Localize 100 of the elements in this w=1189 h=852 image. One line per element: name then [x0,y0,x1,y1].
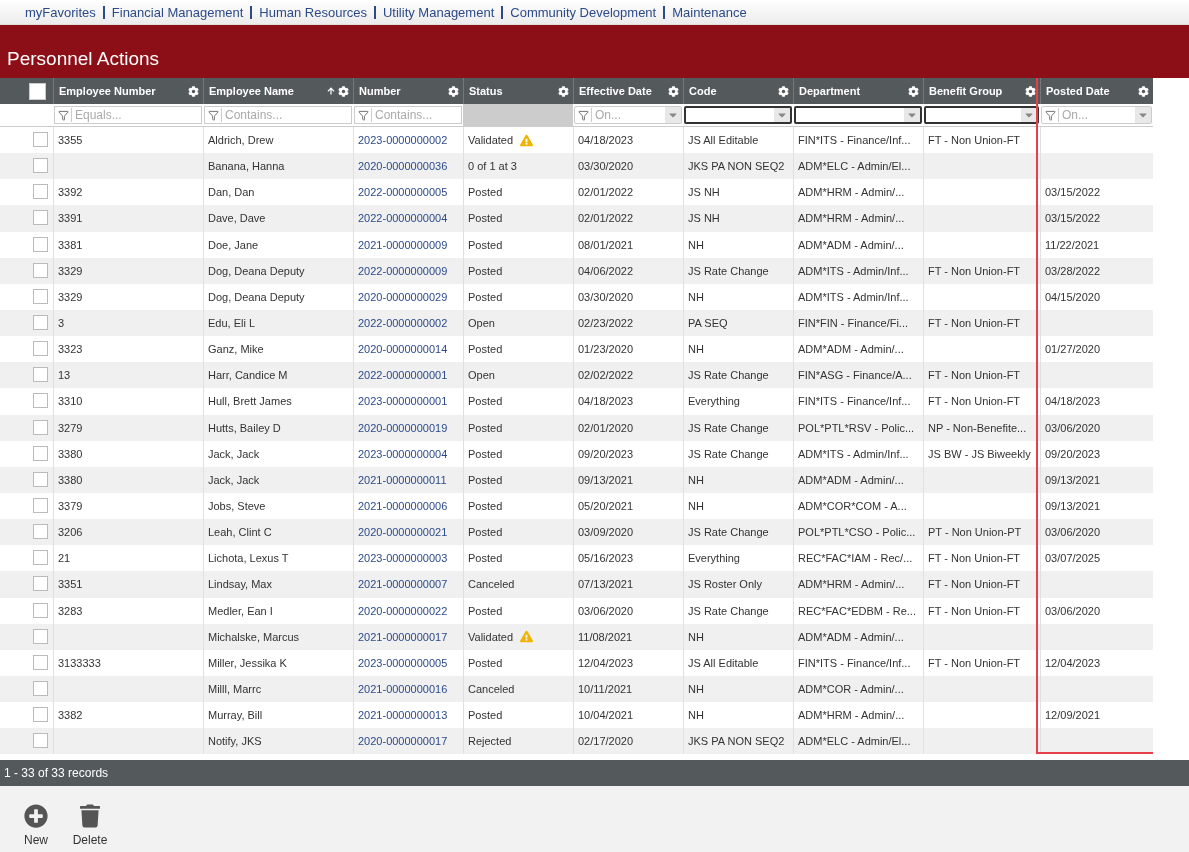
nav-link[interactable]: myFavorites [18,5,103,19]
action-number-link[interactable]: 2023-0000000001 [358,395,448,408]
row-checkbox[interactable] [33,132,48,147]
row-checkbox[interactable] [33,236,48,252]
table-cell: 03/15/2022 [1045,212,1101,225]
settings-icon[interactable] [1025,85,1036,97]
action-number-link[interactable]: 2020-0000000022 [358,604,448,617]
action-number-link[interactable]: 2020-0000000036 [358,160,448,173]
action-number-link[interactable]: 2023-0000000002 [358,134,448,147]
select-all-checkbox[interactable] [29,82,46,100]
row-checkbox[interactable] [33,628,48,644]
table-cell: PA SEQ [688,317,728,330]
filter-icon [358,109,369,121]
row-checkbox[interactable] [33,733,48,749]
row-checkbox[interactable] [33,576,48,592]
row-checkbox[interactable] [33,315,48,330]
action-number-link[interactable]: 2022-0000000005 [358,186,448,199]
column-header[interactable]: Posted Date [1040,78,1153,104]
row-checkbox[interactable] [33,471,48,487]
action-number-link[interactable]: 2022-0000000009 [358,264,448,277]
row-checkbox[interactable] [33,419,48,435]
table-cell: FT - Non Union-FT [928,317,1021,330]
column-header[interactable]: Code [683,78,793,104]
table-cell: 03/06/2020 [578,604,634,617]
nav-link[interactable]: Human Resources [250,5,374,19]
settings-icon[interactable] [188,85,199,97]
action-number-link[interactable]: 2020-0000000017 [358,735,448,748]
row-checkbox[interactable] [33,393,48,409]
action-number-link[interactable]: 2020-0000000019 [358,421,448,434]
nav-link[interactable]: Community Development [501,5,664,19]
filter-icon [1045,109,1056,121]
action-number-link[interactable]: 2020-0000000029 [358,290,448,303]
action-number-link[interactable]: 2021-0000000011 [358,473,447,486]
column-header[interactable]: Department [793,78,923,104]
row-checkbox[interactable] [33,184,48,200]
row-checkbox[interactable] [33,497,48,513]
action-number-link[interactable]: 2023-0000000003 [358,552,448,565]
table-cell: JS All Editable [688,656,759,669]
table-cell: Edu, Eli L [208,317,256,330]
row-checkbox[interactable] [33,158,48,174]
column-header[interactable]: Effective Date [573,78,683,104]
row-checkbox[interactable] [33,707,48,723]
sort-ascending-icon[interactable] [327,87,335,95]
action-number-link[interactable]: 2021-0000000013 [358,709,448,722]
action-number-link[interactable]: 2022-0000000002 [358,317,448,330]
row-checkbox[interactable] [33,550,48,566]
action-number-link[interactable]: 2020-0000000021 [358,526,448,539]
filter-icon [208,109,219,121]
table-cell: Posted [468,447,503,460]
row-checkbox[interactable] [33,654,48,670]
action-number-link[interactable]: 2022-0000000001 [358,369,448,382]
table-cell: NH [688,500,704,513]
row-checkbox[interactable] [33,602,48,618]
row-checkbox[interactable] [33,341,48,357]
column-header[interactable]: Benefit Group [923,78,1040,104]
row-checkbox[interactable] [33,680,48,696]
nav-link[interactable]: Maintenance [663,5,754,19]
action-number-link[interactable]: 2020-0000000014 [358,343,448,356]
filter-dropdown[interactable] [924,106,1039,124]
settings-icon[interactable] [778,85,789,97]
nav-link[interactable]: Utility Management [374,5,502,19]
settings-icon[interactable] [1138,85,1149,97]
row-checkbox[interactable] [33,262,48,278]
action-number-link[interactable]: 2022-0000000004 [358,212,448,225]
action-number-link[interactable]: 2021-0000000016 [358,683,448,695]
action-number-link[interactable]: 2021-0000000017 [358,630,448,643]
column-header[interactable]: Employee Number [53,78,203,104]
action-number-link[interactable]: 2021-0000000007 [358,578,448,591]
new-button[interactable]: New [18,804,54,852]
action-number-link[interactable]: 2023-0000000005 [358,656,448,669]
row-checkbox[interactable] [33,210,48,226]
action-number-link[interactable]: 2021-0000000009 [358,238,448,251]
column-header[interactable]: Number [353,78,463,104]
row-checkbox[interactable] [33,445,48,461]
settings-icon[interactable] [448,85,459,97]
action-number-link[interactable]: 2023-0000000004 [358,447,448,460]
row-checkbox[interactable] [33,524,48,540]
filter-dropdown[interactable] [684,106,792,124]
delete-button[interactable]: Delete [72,804,108,852]
settings-icon[interactable] [668,85,679,97]
nav-link[interactable]: Financial Management [102,5,251,19]
table-cell: 03/28/2022 [1045,264,1101,277]
table-cell: ADM*ADM - Admin/... [798,343,904,356]
filter-dropdown[interactable] [794,106,922,124]
table-cell: JS Rate Change [688,604,769,617]
row-checkbox[interactable] [33,288,48,304]
filter-icon [578,109,589,121]
table-cell: POL*PTL*RSV - Polic... [798,421,915,434]
table-cell: NH [688,683,704,695]
row-checkbox[interactable] [33,367,48,383]
settings-icon[interactable] [908,85,919,97]
table-cell: Jack, Jack [208,473,260,486]
settings-icon[interactable] [338,85,349,97]
table-cell: Leah, Clint C [208,526,272,539]
table-cell: Posted [468,473,503,486]
table-cell: Notify, JKS [208,735,262,748]
settings-icon[interactable] [558,85,569,97]
column-header[interactable]: Employee Name [203,78,353,104]
action-number-link[interactable]: 2021-0000000006 [358,500,448,513]
table-cell: FT - Non Union-FT [928,395,1021,408]
